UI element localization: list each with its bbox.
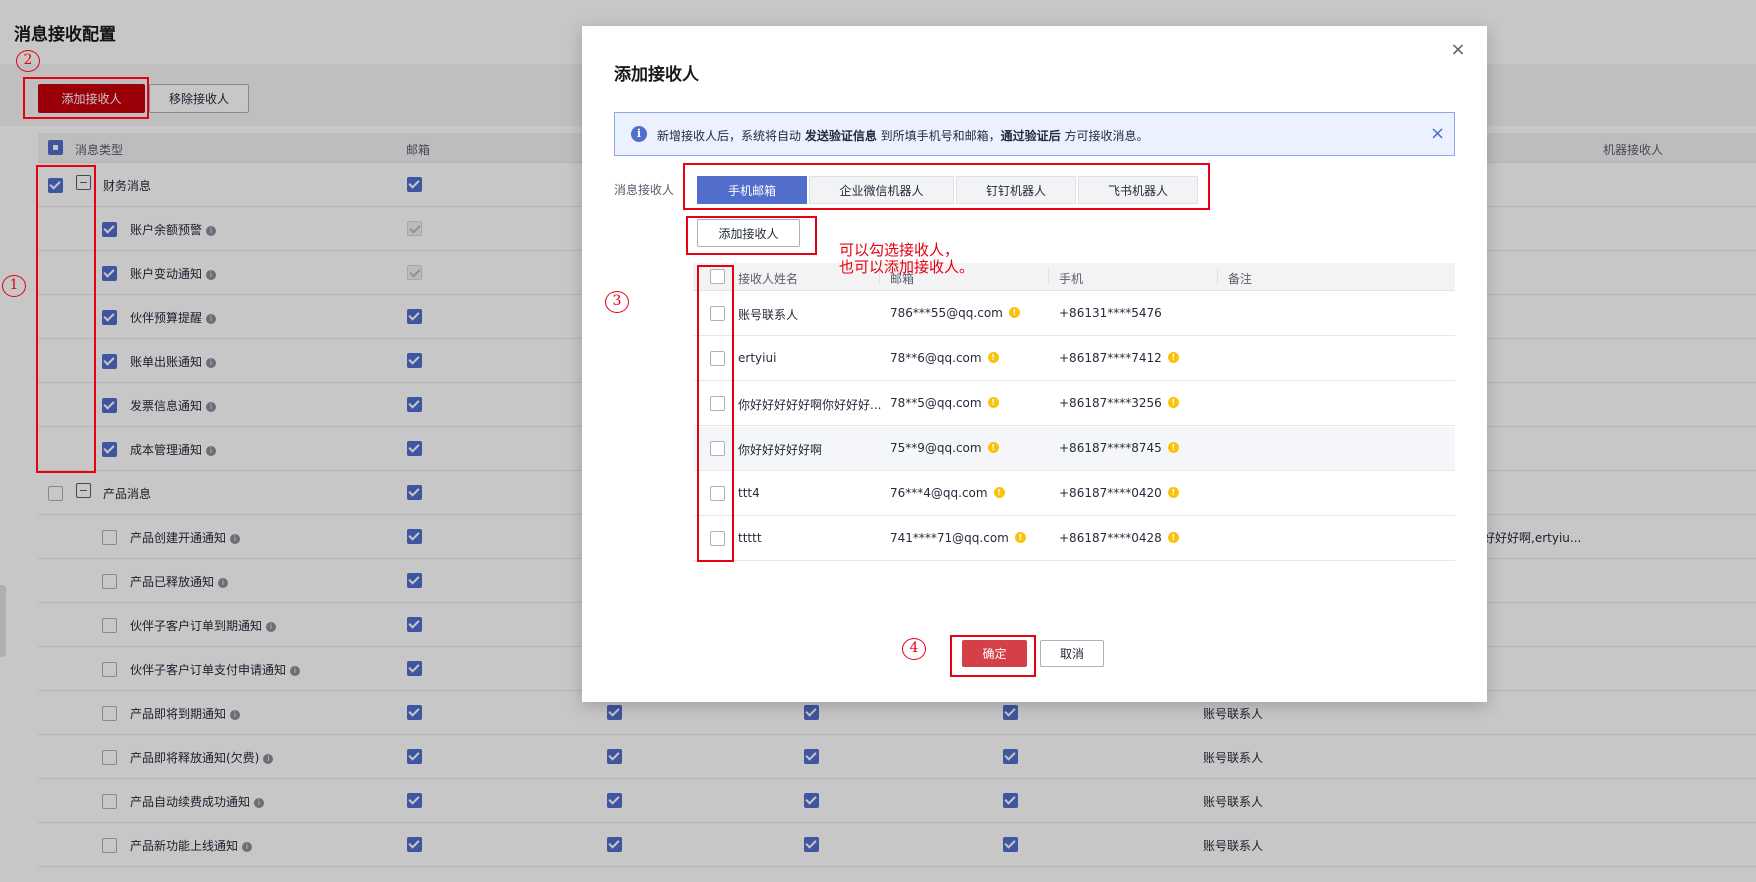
annotation-box-recipient-checkboxes xyxy=(697,265,734,562)
recipient-phone: +86187****0420! xyxy=(1059,486,1179,500)
annotation-circle-2: 2 xyxy=(16,50,40,72)
recipient-row[interactable]: 你好好好好好啊你好好好... 78**5@qq.com! +86187****325… xyxy=(693,382,1455,426)
recipient-row[interactable]: ttttt 741****71@qq.com! +86187****0428! xyxy=(693,517,1455,561)
unverified-warning-icon[interactable]: ! xyxy=(987,352,999,363)
unverified-warning-icon[interactable]: ! xyxy=(1167,352,1179,363)
col-recipient-remark: 备注 xyxy=(1228,272,1253,286)
recipient-row[interactable]: 账号联系人 786***55@qq.com! +86131****5476 xyxy=(693,292,1455,336)
col-divider xyxy=(1048,269,1049,285)
recipient-email: 78**6@qq.com! xyxy=(890,351,999,365)
recipient-row[interactable]: 你好好好好好啊 75**9@qq.com! +86187****8745! xyxy=(693,427,1455,471)
unverified-warning-icon[interactable]: ! xyxy=(1167,487,1179,498)
recipient-name: 账号联系人 xyxy=(738,308,799,322)
recipient-name: ttt4 xyxy=(738,486,760,500)
annotation-circle-1: 1 xyxy=(2,275,26,297)
col-recipient-name: 接收人姓名 xyxy=(738,272,799,286)
unverified-warning-icon[interactable]: ! xyxy=(1167,532,1179,543)
alert-close-icon[interactable]: × xyxy=(1430,123,1445,144)
unverified-warning-icon[interactable]: ! xyxy=(987,397,999,408)
recipient-email: 76***4@qq.com! xyxy=(890,486,1005,500)
unverified-warning-icon[interactable]: ! xyxy=(1167,397,1179,408)
recipient-phone: +86187****7412! xyxy=(1059,351,1179,365)
cancel-button[interactable]: 取消 xyxy=(1040,640,1104,667)
recipient-phone: +86187****0428! xyxy=(1059,531,1179,545)
annotation-box-dialog-add xyxy=(686,216,817,255)
recipient-phone: +86131****5476 xyxy=(1059,306,1162,320)
recipient-email: 78**5@qq.com! xyxy=(890,396,999,410)
unverified-warning-icon[interactable]: ! xyxy=(1014,532,1026,543)
annotation-box-checkboxes xyxy=(36,165,96,473)
recipient-name: ttttt xyxy=(738,531,762,545)
info-alert: i 新增接收人后，系统将自动 发送验证信息 到所填手机号和邮箱，通过验证后 方可… xyxy=(614,112,1455,156)
recipient-label: 消息接收人 xyxy=(614,183,675,197)
annotation-box-confirm xyxy=(950,635,1036,677)
info-icon: i xyxy=(631,126,647,142)
alert-text: 新增接收人后，系统将自动 发送验证信息 到所填手机号和邮箱，通过验证后 方可接收… xyxy=(657,129,1149,143)
unverified-warning-icon[interactable]: ! xyxy=(1008,307,1020,318)
annotation-circle-3: 3 xyxy=(605,291,629,313)
recipient-row[interactable]: ertyiui 78**6@qq.com! +86187****7412! xyxy=(693,337,1455,381)
close-icon[interactable]: × xyxy=(1450,41,1466,59)
recipient-table-header: 接收人姓名 邮箱 手机 备注 xyxy=(693,263,1455,291)
annotation-box-add-button xyxy=(23,77,149,119)
recipient-name: 你好好好好好啊 xyxy=(738,443,823,457)
unverified-warning-icon[interactable]: ! xyxy=(1167,442,1179,453)
recipient-email: 786***55@qq.com! xyxy=(890,306,1020,320)
col-recipient-phone: 手机 xyxy=(1059,272,1084,286)
recipient-phone: +86187****3256! xyxy=(1059,396,1179,410)
col-divider xyxy=(1217,269,1218,285)
recipient-row[interactable]: ttt4 76***4@qq.com! +86187****0420! xyxy=(693,472,1455,516)
recipient-email: 75**9@qq.com! xyxy=(890,441,999,455)
recipient-phone: +86187****8745! xyxy=(1059,441,1179,455)
annotation-circle-4: 4 xyxy=(902,638,926,660)
recipient-email: 741****71@qq.com! xyxy=(890,531,1026,545)
recipient-name: ertyiui xyxy=(738,351,777,365)
annotation-box-tabs xyxy=(683,163,1210,210)
unverified-warning-icon[interactable]: ! xyxy=(987,442,999,453)
annotation-note: 可以勾选接收人， 也可以添加接收人。 xyxy=(839,241,975,276)
unverified-warning-icon[interactable]: ! xyxy=(993,487,1005,498)
dialog-title: 添加接收人 xyxy=(614,65,699,85)
recipient-name: 你好好好好好啊你好好好... xyxy=(738,398,882,412)
